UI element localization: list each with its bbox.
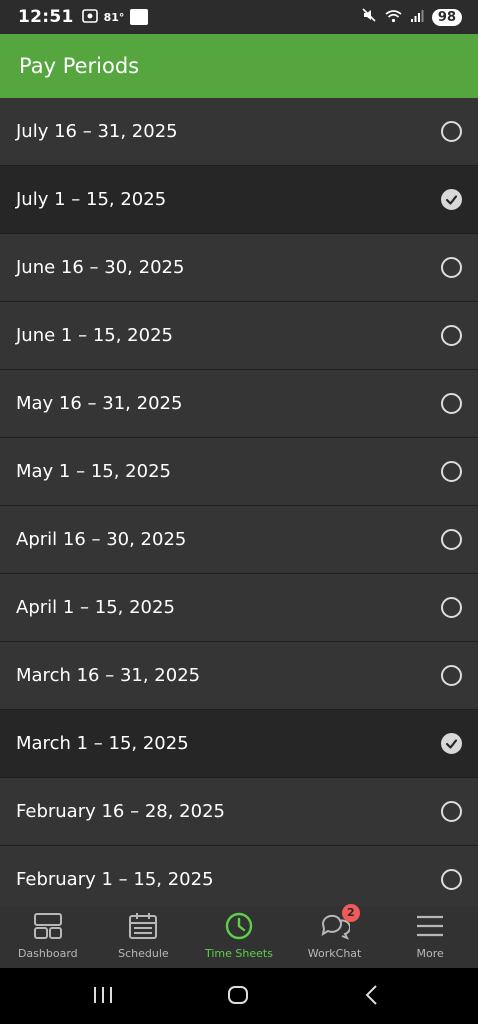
calendar-icon bbox=[128, 912, 158, 944]
radio-icon[interactable] bbox=[441, 393, 462, 414]
pay-period-label: June 16 – 30, 2025 bbox=[16, 257, 185, 278]
pay-period-row[interactable]: February 1 – 15, 2025 bbox=[0, 846, 478, 906]
pay-period-label: June 1 – 15, 2025 bbox=[16, 325, 173, 346]
radio-icon[interactable] bbox=[441, 597, 462, 618]
signal-icon bbox=[410, 8, 424, 27]
pay-period-label: July 1 – 15, 2025 bbox=[16, 189, 167, 210]
pay-period-label: May 16 – 31, 2025 bbox=[16, 393, 183, 414]
clock-icon bbox=[224, 912, 254, 944]
nav-dashboard[interactable]: Dashboard bbox=[0, 906, 96, 968]
checked-radio-icon[interactable] bbox=[441, 189, 462, 210]
checked-radio-icon[interactable] bbox=[441, 733, 462, 754]
system-nav-bar bbox=[0, 968, 478, 1024]
temperature: 81° bbox=[103, 10, 125, 24]
pay-period-row[interactable]: May 16 – 31, 2025 bbox=[0, 370, 478, 438]
nav-more[interactable]: More bbox=[382, 906, 478, 968]
pay-period-row[interactable]: March 1 – 15, 2025 bbox=[0, 710, 478, 778]
pay-period-list[interactable]: July 16 – 31, 2025 July 1 – 15, 2025 June … bbox=[0, 98, 478, 906]
radio-icon[interactable] bbox=[441, 121, 462, 142]
mute-icon bbox=[361, 7, 377, 27]
nav-workchat[interactable]: 2 WorkChat bbox=[287, 904, 383, 968]
pay-period-row[interactable]: February 16 – 28, 2025 bbox=[0, 778, 478, 846]
radio-icon[interactable] bbox=[441, 801, 462, 822]
menu-icon bbox=[415, 912, 445, 944]
pay-period-row[interactable]: July 16 – 31, 2025 bbox=[0, 98, 478, 166]
wifi-icon bbox=[385, 8, 402, 27]
screenshot-icon bbox=[81, 8, 98, 26]
pay-period-label: May 1 – 15, 2025 bbox=[16, 461, 171, 482]
radio-icon[interactable] bbox=[441, 325, 462, 346]
radio-icon[interactable] bbox=[441, 257, 462, 278]
pay-period-label: February 1 – 15, 2025 bbox=[16, 869, 214, 890]
pay-period-label: February 16 – 28, 2025 bbox=[16, 801, 225, 822]
home-button[interactable] bbox=[226, 982, 250, 1012]
status-time: 12:51 bbox=[18, 7, 74, 27]
nav-label-time-sheets: Time Sheets bbox=[205, 947, 273, 960]
unread-badge: 2 bbox=[341, 904, 360, 922]
weather-channel-icon bbox=[130, 9, 149, 25]
pay-period-row[interactable]: July 1 – 15, 2025 bbox=[0, 166, 478, 234]
nav-schedule[interactable]: Schedule bbox=[96, 906, 192, 968]
app-bar: Pay Periods bbox=[0, 34, 478, 98]
pay-period-row[interactable]: June 16 – 30, 2025 bbox=[0, 234, 478, 302]
status-bar: 12:51 81° 98 bbox=[0, 0, 478, 34]
pay-period-row[interactable]: April 1 – 15, 2025 bbox=[0, 574, 478, 642]
battery-indicator: 98 bbox=[431, 8, 462, 26]
radio-icon[interactable] bbox=[441, 529, 462, 550]
radio-icon[interactable] bbox=[441, 461, 462, 482]
dashboard-icon bbox=[33, 912, 63, 944]
pay-period-label: April 1 – 15, 2025 bbox=[16, 597, 175, 618]
pay-period-label: March 1 – 15, 2025 bbox=[16, 733, 189, 754]
nav-label-workchat: WorkChat bbox=[307, 947, 362, 960]
pay-period-label: March 16 – 31, 2025 bbox=[16, 665, 201, 686]
back-button[interactable] bbox=[362, 982, 382, 1012]
radio-icon[interactable] bbox=[441, 665, 462, 686]
pay-period-row[interactable]: April 16 – 30, 2025 bbox=[0, 506, 478, 574]
pay-period-row[interactable]: June 1 – 15, 2025 bbox=[0, 302, 478, 370]
pay-period-label: April 16 – 30, 2025 bbox=[16, 529, 187, 550]
bottom-nav: Dashboard Schedule Time Sheets 2 WorkCha… bbox=[0, 904, 478, 968]
pay-period-label: July 16 – 31, 2025 bbox=[16, 121, 178, 142]
pay-period-row[interactable]: May 1 – 15, 2025 bbox=[0, 438, 478, 506]
pay-period-row[interactable]: March 16 – 31, 2025 bbox=[0, 642, 478, 710]
nav-label-more: More bbox=[416, 947, 444, 960]
recents-button[interactable] bbox=[92, 982, 114, 1012]
nav-time-sheets[interactable]: Time Sheets bbox=[191, 906, 287, 968]
page-title: Pay Periods bbox=[19, 54, 140, 78]
status-left-icons: 81° bbox=[81, 8, 149, 26]
nav-label-schedule: Schedule bbox=[118, 947, 169, 960]
radio-icon[interactable] bbox=[441, 869, 462, 890]
nav-label-dashboard: Dashboard bbox=[17, 947, 78, 960]
status-right: 98 bbox=[361, 7, 462, 27]
